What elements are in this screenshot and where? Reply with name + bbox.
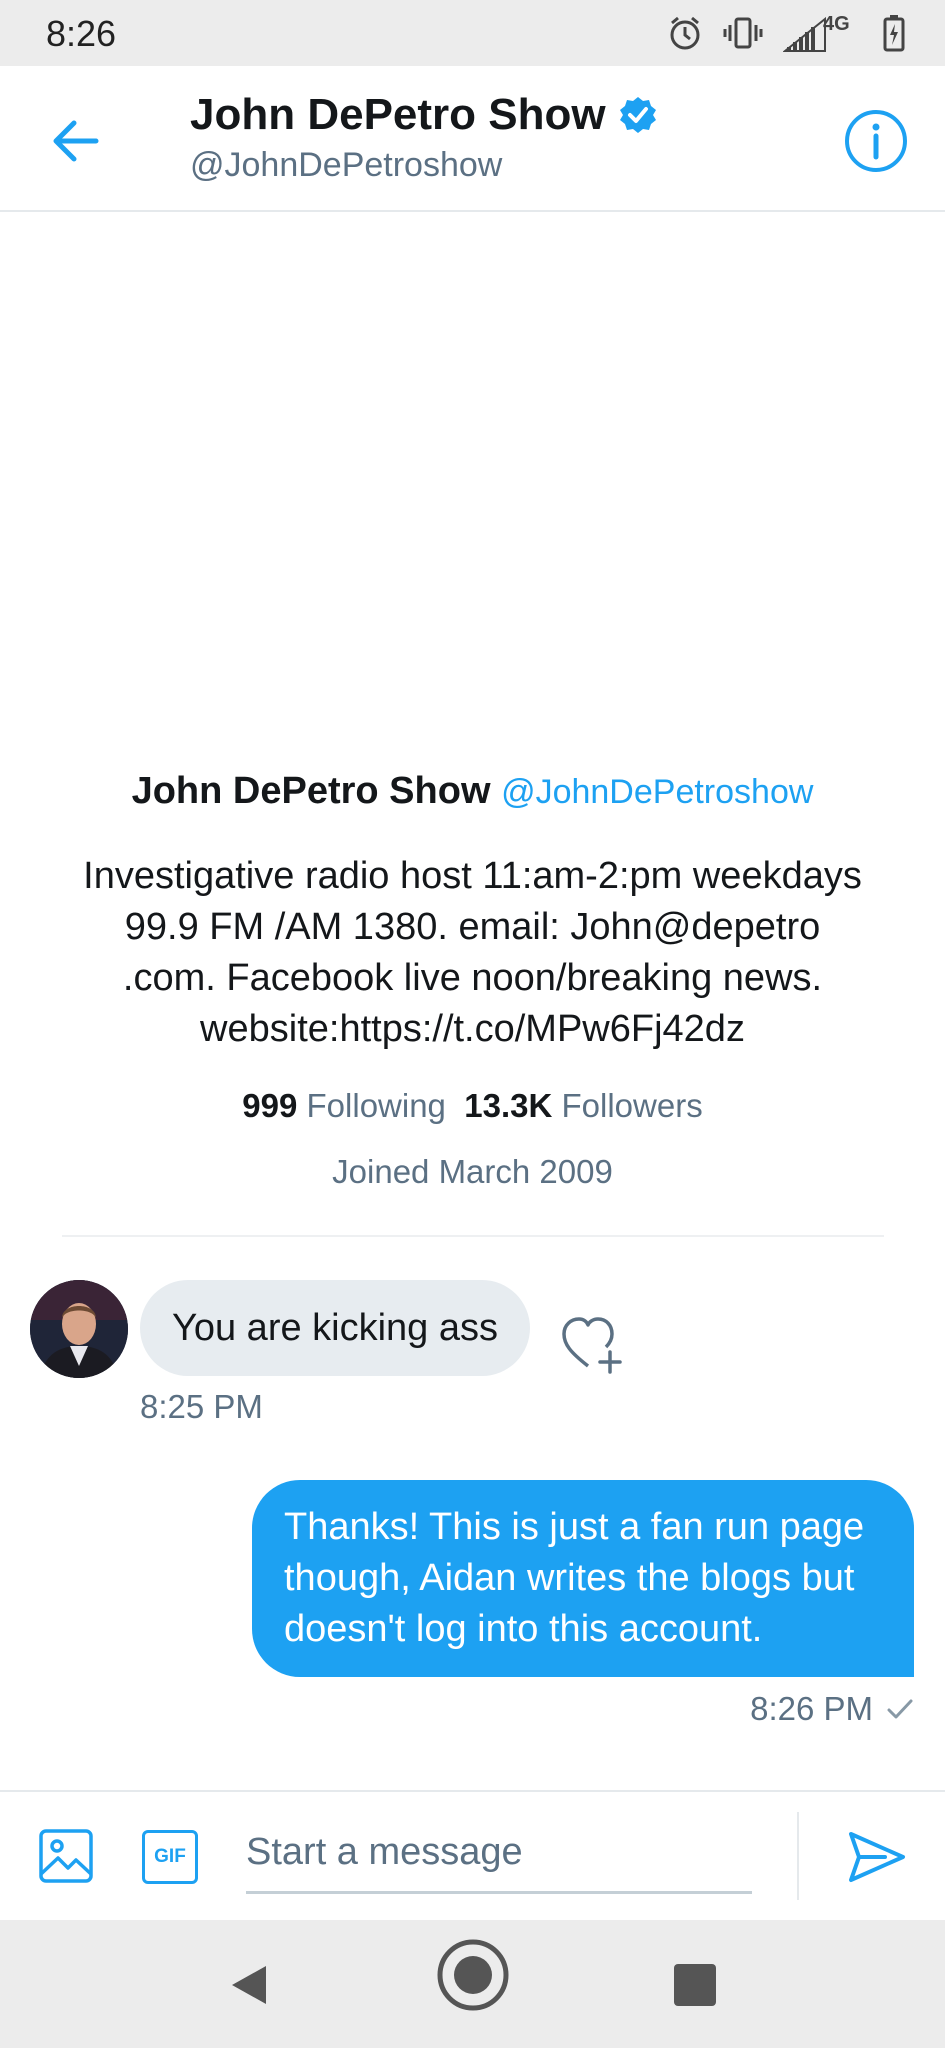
- bio-line: Investigative radio host 11:am-2:pm week…: [83, 855, 862, 897]
- followers-count: 13.3K: [464, 1087, 553, 1124]
- send-button[interactable]: [845, 1826, 907, 1888]
- header-name: John DePetro Show: [190, 90, 606, 139]
- verified-badge-icon: [619, 97, 656, 133]
- network-label: 4G: [823, 13, 850, 35]
- message-input[interactable]: [246, 1814, 752, 1894]
- vibrate-icon: [723, 17, 763, 49]
- triangle-back-icon: [232, 1966, 266, 2004]
- send-icon: [849, 1832, 905, 1882]
- incoming-message-bubble[interactable]: You are kicking ass: [140, 1280, 531, 1376]
- profile-bio: Investigative radio host 11:am-2:pm week…: [43, 851, 903, 1055]
- profile-divider: [62, 1235, 884, 1237]
- profile-stats: 999 Following 13.3K Followers: [0, 1087, 945, 1125]
- status-time: 8:26: [46, 13, 117, 54]
- signal-group: 4G: [783, 13, 863, 53]
- system-navigation-bar: [0, 1920, 945, 2048]
- arrow-left-icon: [53, 120, 99, 162]
- profile-handle[interactable]: @JohnDePetroshow: [501, 773, 813, 811]
- system-back-button[interactable]: [226, 1962, 272, 2008]
- following-count: 999: [242, 1087, 298, 1124]
- back-button[interactable]: [40, 106, 110, 176]
- outgoing-message-line: doesn't log into this account.: [284, 1608, 763, 1650]
- sent-check-icon: [887, 1699, 913, 1719]
- avatar-portrait: [30, 1280, 128, 1378]
- composer-separator: [797, 1812, 799, 1900]
- outgoing-message-time: 8:26 PM: [750, 1690, 873, 1727]
- following-stat[interactable]: 999 Following: [242, 1087, 446, 1124]
- incoming-message-time: 8:25 PM: [140, 1388, 263, 1425]
- avatar[interactable]: [30, 1280, 128, 1378]
- followers-label: Followers: [561, 1087, 703, 1124]
- image-icon: [39, 1829, 93, 1883]
- header-handle: @JohnDePetroshow: [190, 146, 503, 184]
- home-circle-icon: [437, 1939, 509, 2011]
- status-bar: 8:26 4G: [0, 0, 945, 66]
- followers-stat[interactable]: 13.3K Followers: [464, 1087, 702, 1124]
- profile-summary: John DePetro Show @JohnDePetroshow Inves…: [0, 770, 945, 1191]
- info-icon: [845, 110, 907, 172]
- profile-title-line: John DePetro Show @JohnDePetroshow: [0, 770, 945, 813]
- system-home-button[interactable]: [436, 1938, 510, 2012]
- following-label: Following: [306, 1087, 446, 1124]
- bio-line: 99.9 FM /AM 1380. email: John@depetro: [124, 906, 821, 948]
- header-title-row: John DePetro Show: [190, 90, 658, 140]
- add-gif-button[interactable]: GIF: [142, 1830, 198, 1884]
- battery-charging-icon: [883, 15, 905, 52]
- joined-date: Joined March 2009: [332, 1153, 613, 1190]
- bio-line: .com. Facebook live noon/breaking news.: [122, 957, 823, 999]
- conversation-info-button[interactable]: [843, 108, 909, 174]
- heart-plus-icon: [562, 1317, 622, 1374]
- outgoing-message-line: though, Aidan writes the blogs but: [284, 1557, 855, 1599]
- alarm-icon: [670, 16, 700, 50]
- message-composer: GIF: [0, 1790, 945, 1920]
- profile-name[interactable]: John DePetro Show: [132, 770, 491, 812]
- signal-icon: [783, 17, 826, 52]
- outgoing-message-bubble[interactable]: Thanks! This is just a fan run page thou…: [252, 1480, 914, 1677]
- outgoing-message-meta: 8:26 PM: [750, 1690, 913, 1728]
- bio-line[interactable]: website:https://t.co/MPw6Fj42dz: [43, 1004, 903, 1055]
- outgoing-message-line: Thanks! This is just a fan run page: [284, 1506, 865, 1548]
- like-message-button[interactable]: [560, 1314, 626, 1374]
- conversation-header: John DePetro Show @JohnDePetroshow: [0, 66, 945, 212]
- add-photo-button[interactable]: [38, 1828, 94, 1884]
- status-icons: 4G: [667, 10, 905, 56]
- system-recents-button[interactable]: [674, 1964, 716, 2006]
